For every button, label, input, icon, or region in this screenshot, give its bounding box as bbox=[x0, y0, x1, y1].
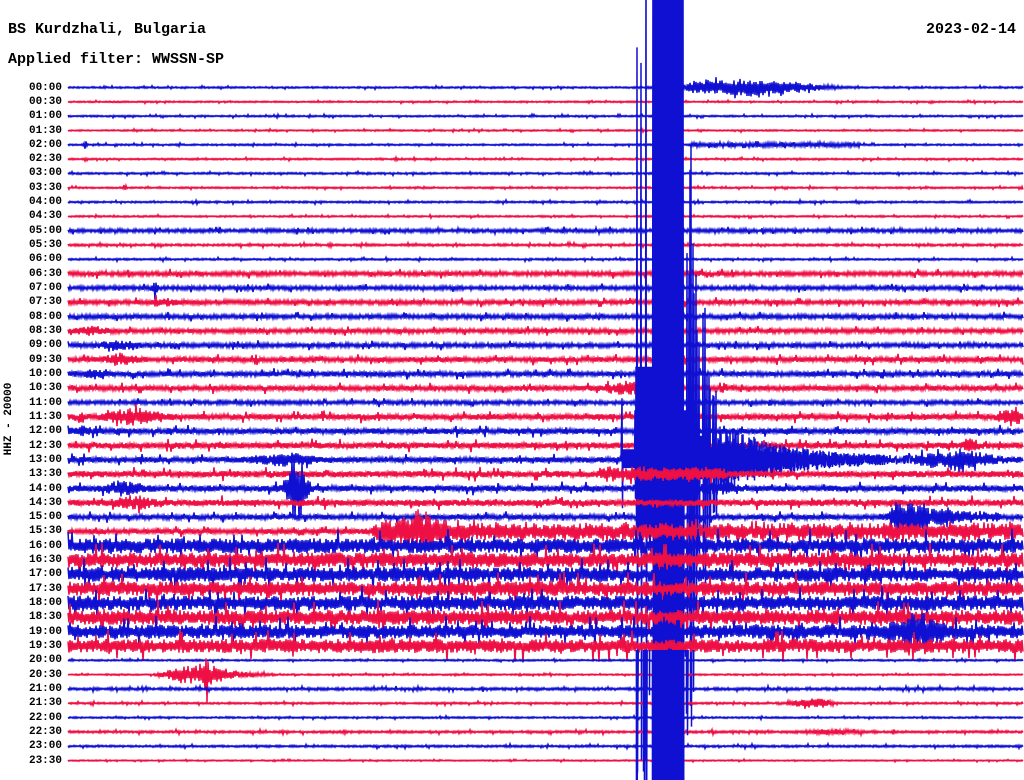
time-label-1500: 15:00 bbox=[28, 511, 62, 524]
time-label-1330: 13:30 bbox=[28, 468, 62, 481]
time-label-1100: 11:00 bbox=[28, 396, 62, 409]
seismogram-plot bbox=[67, 0, 1024, 780]
trace-row-2100 bbox=[67, 683, 1024, 695]
trace-row-1100 bbox=[67, 396, 1024, 409]
time-label-2130: 21:30 bbox=[28, 697, 62, 710]
time-label-2200: 22:00 bbox=[28, 711, 62, 724]
time-label-0430: 04:30 bbox=[28, 210, 62, 223]
time-label-1600: 16:00 bbox=[28, 539, 62, 552]
trace-row-2230 bbox=[67, 726, 1024, 738]
time-label-1200: 12:00 bbox=[28, 425, 62, 438]
trace-row-0100 bbox=[67, 112, 1024, 120]
time-label-1000: 10:00 bbox=[28, 367, 62, 380]
time-label-0700: 07:00 bbox=[28, 282, 62, 294]
trace-row-0000 bbox=[67, 77, 1024, 99]
trace-row-2000 bbox=[67, 656, 1024, 665]
trace-row-0800 bbox=[67, 311, 1024, 323]
trace-row-0700 bbox=[67, 282, 1024, 300]
time-label-1230: 12:30 bbox=[28, 439, 62, 452]
trace-row-0930 bbox=[67, 352, 1024, 366]
trace-row-0230 bbox=[67, 154, 1024, 163]
trace-row-0400 bbox=[67, 197, 1024, 207]
time-label-1130: 11:30 bbox=[28, 410, 62, 423]
trace-row-1130 bbox=[67, 404, 1024, 427]
trace-row-0730 bbox=[67, 295, 1024, 308]
trace-row-1330 bbox=[67, 466, 1024, 485]
time-label-0600: 06:00 bbox=[28, 253, 62, 266]
time-label-0200: 02:00 bbox=[28, 138, 62, 151]
time-label-1930: 19:30 bbox=[28, 640, 62, 652]
trace-row-0300 bbox=[67, 169, 1024, 178]
trace-row-2130 bbox=[67, 697, 1024, 709]
time-label-0830: 08:30 bbox=[28, 324, 62, 337]
time-label-2100: 21:00 bbox=[28, 682, 62, 695]
trace-row-0900 bbox=[67, 339, 1024, 352]
trace-row-1200 bbox=[67, 424, 1024, 439]
time-label-0730: 07:30 bbox=[28, 296, 62, 309]
time-label-0300: 03:00 bbox=[28, 167, 62, 180]
trace-row-2030 bbox=[67, 658, 1024, 703]
time-label-0900: 09:00 bbox=[28, 339, 62, 352]
time-label-0630: 06:30 bbox=[28, 267, 62, 280]
trace-row-2300 bbox=[67, 741, 1024, 751]
time-label-0930: 09:30 bbox=[28, 353, 62, 366]
time-label-1300: 13:00 bbox=[28, 453, 62, 466]
trace-row-0430 bbox=[67, 212, 1024, 221]
time-label-1900: 19:00 bbox=[28, 625, 62, 638]
time-label-1830: 18:30 bbox=[28, 611, 62, 624]
trace-row-0330 bbox=[67, 182, 1024, 192]
trace-row-0600 bbox=[67, 255, 1024, 264]
time-label-0030: 00:30 bbox=[28, 95, 62, 108]
trace-row-0130 bbox=[67, 127, 1024, 135]
time-label-2300: 23:00 bbox=[28, 740, 62, 753]
time-label-2030: 20:30 bbox=[28, 668, 62, 681]
trace-row-1030 bbox=[67, 380, 1024, 395]
trace-row-1430 bbox=[67, 495, 1024, 514]
trace-row-0500 bbox=[67, 224, 1024, 237]
time-label-1400: 14:00 bbox=[28, 482, 62, 495]
trace-row-2200 bbox=[67, 713, 1024, 722]
trace-row-0200 bbox=[67, 139, 1024, 150]
time-label-0130: 01:30 bbox=[28, 124, 62, 137]
time-label-1730: 17:30 bbox=[28, 582, 62, 595]
time-label-0330: 03:30 bbox=[28, 181, 62, 194]
time-label-2330: 23:30 bbox=[28, 754, 62, 767]
time-label-0500: 05:00 bbox=[28, 224, 62, 237]
time-label-1630: 16:30 bbox=[28, 554, 62, 567]
trace-row-0030 bbox=[67, 98, 1024, 106]
time-label-1030: 10:30 bbox=[28, 382, 62, 395]
time-label-0530: 05:30 bbox=[28, 239, 62, 251]
trace-row-0830 bbox=[67, 325, 1024, 337]
trace-row-1000 bbox=[67, 368, 1024, 380]
time-label-0230: 02:30 bbox=[28, 153, 62, 166]
time-label-2000: 20:00 bbox=[28, 654, 62, 667]
time-label-1530: 15:30 bbox=[28, 525, 62, 538]
trace-row-0530 bbox=[67, 240, 1024, 251]
time-label-0800: 08:00 bbox=[28, 310, 62, 323]
time-label-0100: 01:00 bbox=[28, 110, 62, 123]
time-label-1430: 14:30 bbox=[28, 496, 62, 509]
time-label-2230: 22:30 bbox=[28, 725, 62, 738]
trace-row-1230 bbox=[67, 438, 1024, 453]
time-label-1800: 18:00 bbox=[28, 597, 62, 609]
trace-row-0630 bbox=[67, 268, 1024, 279]
time-label-0000: 00:00 bbox=[28, 81, 62, 94]
trace-row-2330 bbox=[67, 757, 1024, 764]
time-label-1700: 17:00 bbox=[28, 568, 62, 581]
trace-row-1400 bbox=[67, 457, 1024, 521]
time-label-0400: 04:00 bbox=[28, 196, 62, 209]
helicorder-page: BS Kurdzhali, Bulgaria Applied filter: W… bbox=[0, 0, 1024, 780]
